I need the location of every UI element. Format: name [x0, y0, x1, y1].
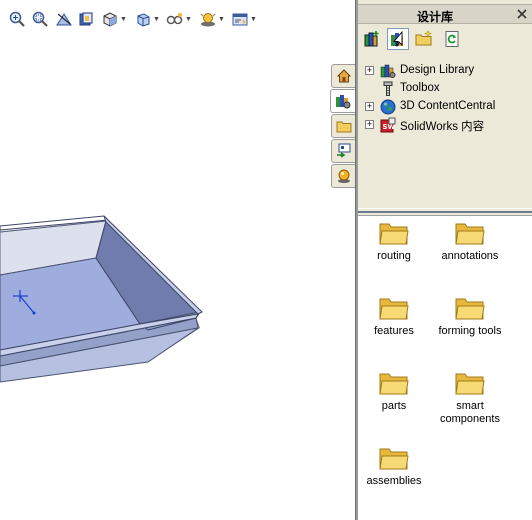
- add-to-library-button[interactable]: [361, 28, 383, 50]
- expand-icon[interactable]: +: [365, 120, 374, 129]
- tab-appearances[interactable]: [331, 164, 355, 188]
- folder-label: annotations: [441, 250, 499, 262]
- folder-label: smart components: [440, 400, 500, 425]
- tree-item-label: SolidWorks 内容: [400, 121, 485, 133]
- folder-label: assemblies: [366, 475, 422, 487]
- tab-file-explorer[interactable]: [331, 114, 355, 138]
- expand-icon[interactable]: +: [365, 102, 374, 111]
- folder-icon: [379, 448, 409, 470]
- pane-title: 设计库: [416, 10, 453, 24]
- folder-routing[interactable]: routing: [354, 220, 434, 263]
- pane-toolbar: [358, 27, 532, 53]
- add-file-location-icon: [391, 30, 403, 47]
- tray-part-model[interactable]: [0, 0, 340, 520]
- add-to-library-icon: [364, 31, 379, 47]
- folder-icon: [455, 373, 485, 395]
- create-new-folder-button[interactable]: [413, 28, 435, 50]
- tab-home[interactable]: [331, 64, 355, 88]
- add-file-location-button[interactable]: [387, 28, 409, 50]
- library-tree: + Design Library Toolbox + 3D ContentCen…: [358, 56, 532, 208]
- pane-title-bar: 设计库: [358, 4, 532, 24]
- toolbox-screw-icon: [379, 80, 397, 98]
- folder-icon: [379, 223, 409, 245]
- folder-label: features: [374, 325, 414, 337]
- design-library-icon: [336, 95, 351, 109]
- graphics-area[interactable]: ▼ ▼ ▼ ▼ ▼: [0, 0, 356, 520]
- design-library-icon: [379, 62, 397, 80]
- folder-icon: [455, 298, 485, 320]
- globe-icon: [379, 98, 397, 116]
- folder-features[interactable]: features: [354, 295, 434, 338]
- refresh-button[interactable]: [441, 28, 463, 50]
- create-new-folder-icon: [415, 30, 432, 46]
- refresh-icon: [445, 31, 459, 47]
- view-palette-icon: [336, 143, 350, 158]
- tree-item-solidworks-content[interactable]: + SW SolidWorks 内容: [358, 116, 532, 134]
- folder-parts[interactable]: parts: [354, 370, 434, 413]
- tree-item-design-library[interactable]: + Design Library: [358, 62, 532, 80]
- expand-icon[interactable]: +: [365, 66, 374, 75]
- close-icon[interactable]: [514, 6, 530, 22]
- tab-design-library[interactable]: [330, 89, 355, 113]
- folder-annotations[interactable]: annotations: [430, 220, 510, 263]
- file-explorer-icon: [336, 121, 351, 133]
- appearances-icon: [337, 169, 350, 183]
- home-icon: [336, 69, 351, 83]
- folder-icon: [379, 373, 409, 395]
- folder-icon: [379, 298, 409, 320]
- folder-label: forming tools: [438, 325, 502, 337]
- solidworks-content-icon: SW: [379, 116, 397, 134]
- folder-icon: [455, 223, 485, 245]
- tree-item-label: 3D ContentCentral: [400, 100, 496, 112]
- tab-view-palette[interactable]: [331, 139, 355, 163]
- tree-item-label: Toolbox: [400, 82, 440, 94]
- tree-item-3d-contentcentral[interactable]: + 3D ContentCentral: [358, 98, 532, 116]
- folder-smart-components[interactable]: smart components: [430, 370, 510, 426]
- folder-label: parts: [381, 400, 407, 412]
- design-library-pane: 设计库 + Design Library Toolbox + 3D Conten…: [358, 0, 532, 520]
- folder-assemblies[interactable]: assemblies: [354, 445, 434, 488]
- folder-label: routing: [377, 250, 411, 262]
- tree-item-label: Design Library: [400, 64, 475, 76]
- folder-view: routing annotations features forming too…: [358, 215, 532, 520]
- pane-splitter[interactable]: [358, 208, 532, 215]
- tree-item-toolbox[interactable]: Toolbox: [358, 80, 532, 98]
- folder-forming-tools[interactable]: forming tools: [430, 295, 510, 338]
